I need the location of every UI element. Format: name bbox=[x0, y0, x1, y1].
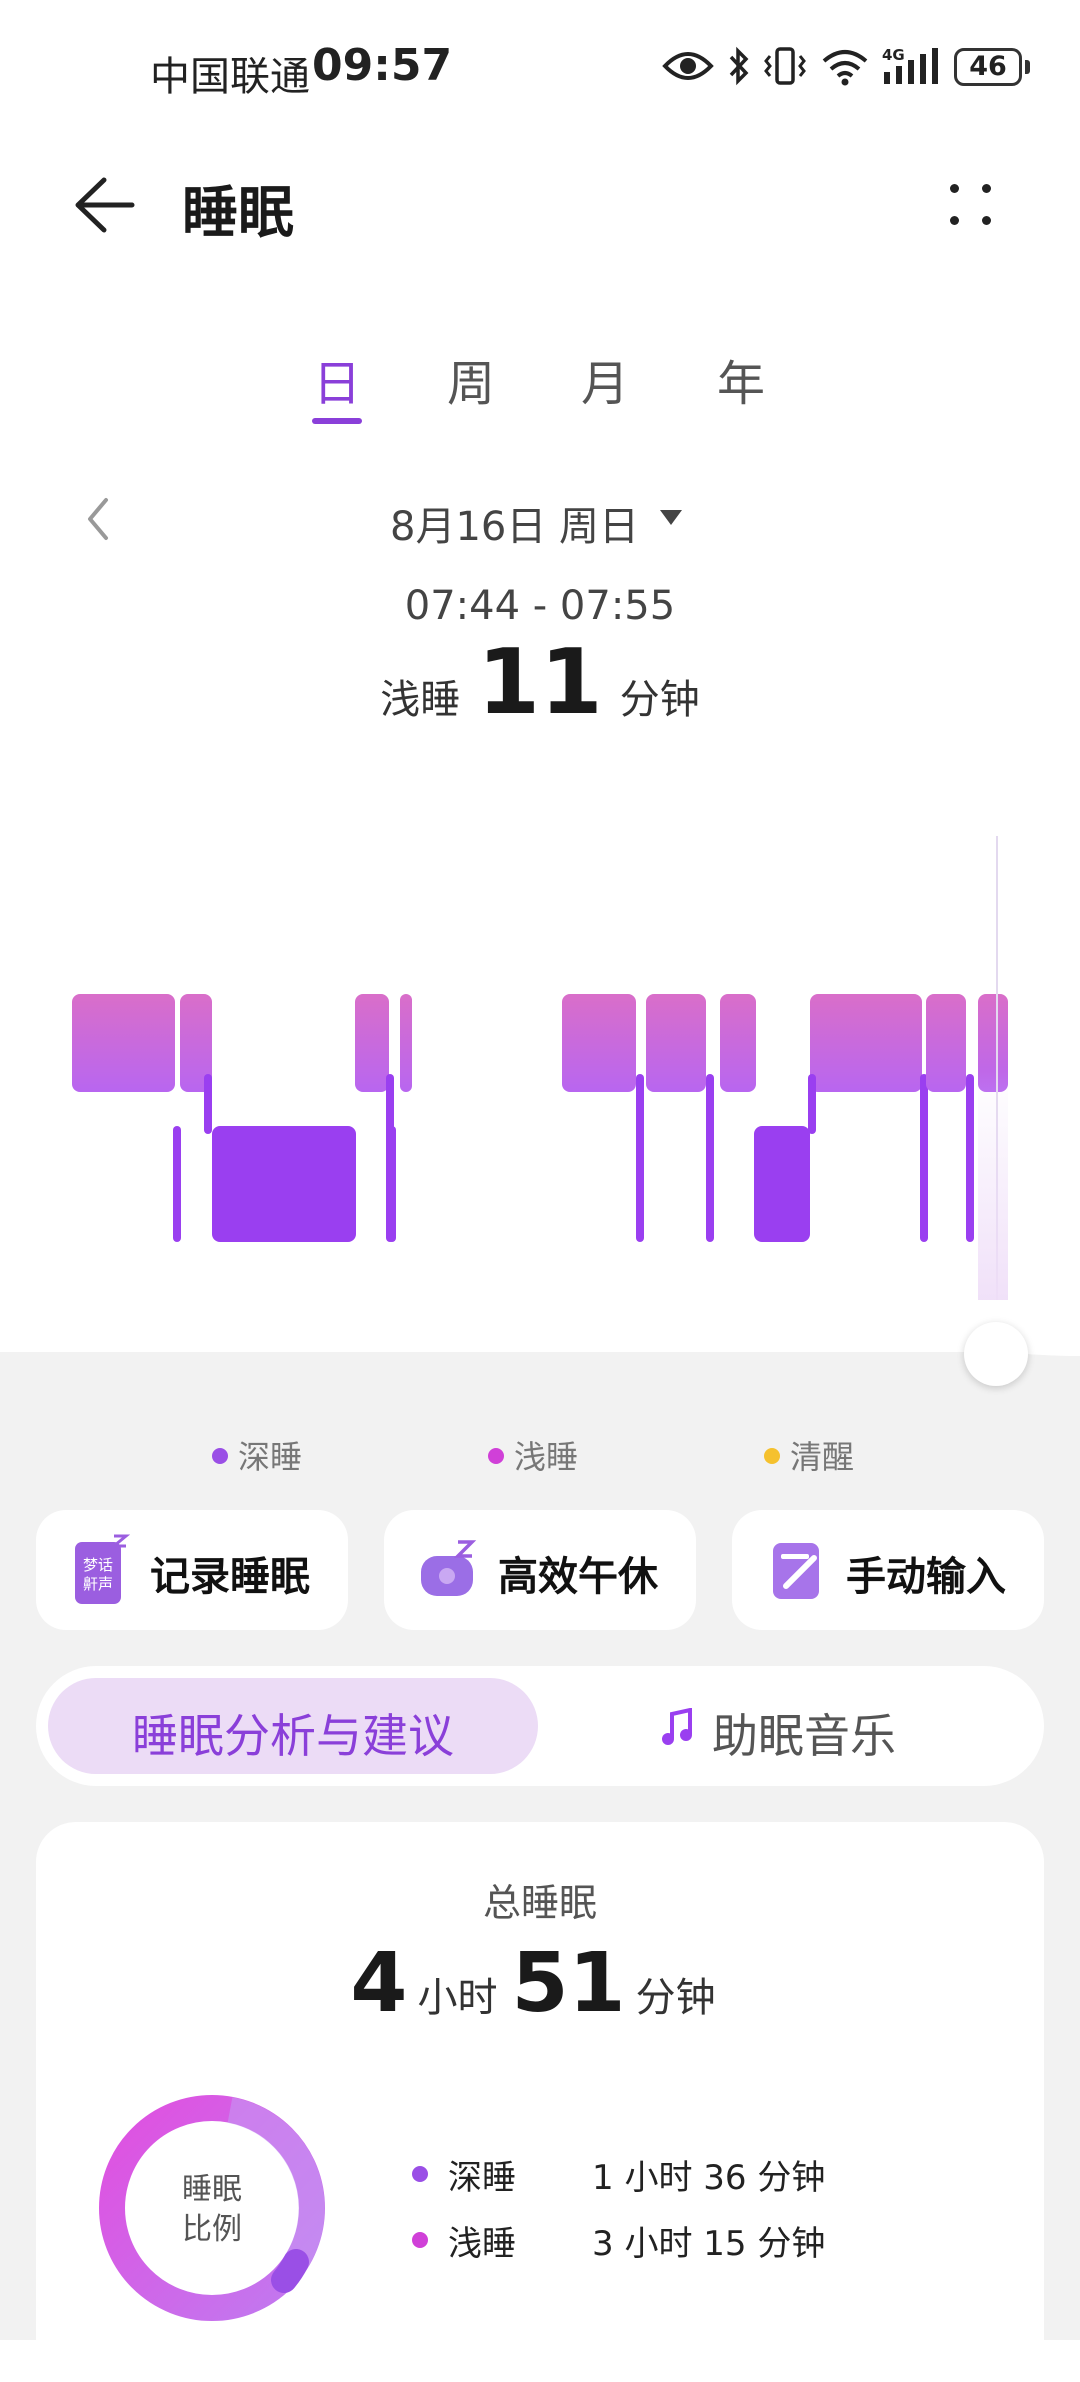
manual-input-icon bbox=[773, 1543, 819, 1599]
wifi-icon bbox=[822, 50, 868, 86]
bluetooth-icon bbox=[729, 46, 749, 86]
light-sleep-bar bbox=[720, 994, 756, 1092]
tab-day[interactable]: 日 bbox=[297, 344, 377, 414]
transition-bar bbox=[173, 1126, 181, 1242]
transition-bar bbox=[920, 1074, 928, 1242]
light-sleep-bar bbox=[72, 994, 175, 1092]
status-time: 09:57 bbox=[312, 40, 453, 91]
sleep-music-tab[interactable]: 助眠音乐 bbox=[712, 1700, 896, 1766]
ring-label-line2: 比例 bbox=[182, 2212, 242, 2247]
sleep-analysis-tab[interactable]: 睡眠分析与建议 bbox=[48, 1700, 538, 1766]
efficient-nap-label: 高效午休 bbox=[498, 1554, 658, 1600]
page-title: 睡眠 bbox=[182, 181, 294, 246]
transition-bar bbox=[388, 1126, 396, 1242]
legend-dot bbox=[764, 1448, 780, 1464]
nap-pillow-icon bbox=[421, 1540, 477, 1596]
svg-text:4G: 4G bbox=[882, 46, 905, 64]
light-sleep-dot bbox=[412, 2232, 428, 2248]
deep-sleep-bar bbox=[754, 1126, 810, 1242]
legend-awake: 清醒 bbox=[764, 1432, 854, 1478]
eye-comfort-icon bbox=[662, 52, 714, 80]
transition-bar bbox=[204, 1074, 212, 1134]
transition-bar bbox=[636, 1074, 644, 1242]
battery-icon: 46 bbox=[954, 48, 1022, 86]
manual-input-button[interactable]: 手动输入 bbox=[732, 1510, 1044, 1630]
transition-bar bbox=[808, 1074, 816, 1134]
tab-month[interactable]: 月 bbox=[565, 344, 645, 414]
total-sleep-value: 4 小时 51 分钟 bbox=[0, 1936, 1080, 2031]
dream-talk-icon: 梦话 鼾声 bbox=[75, 1534, 130, 1604]
record-sleep-label: 记录睡眠 bbox=[150, 1554, 310, 1600]
more-options-icon[interactable] bbox=[940, 176, 1000, 236]
tab-week[interactable]: 周 bbox=[431, 344, 511, 414]
light-sleep-bar bbox=[646, 994, 706, 1092]
tab-active-indicator bbox=[312, 418, 362, 424]
legend-dot bbox=[212, 1448, 228, 1464]
deep-sleep-name: 深睡 bbox=[448, 2158, 516, 2198]
tab-year[interactable]: 年 bbox=[701, 344, 781, 414]
back-arrow-icon[interactable] bbox=[70, 170, 150, 240]
chart-scrub-handle[interactable] bbox=[964, 1322, 1028, 1386]
sleep-stage-chart[interactable] bbox=[0, 820, 1080, 1242]
efficient-nap-button[interactable]: 高效午休 bbox=[384, 1510, 696, 1630]
manual-input-label: 手动输入 bbox=[846, 1554, 1006, 1600]
deep-sleep-dot bbox=[412, 2166, 428, 2182]
battery-tip bbox=[1025, 60, 1030, 74]
hours-unit: 小时 bbox=[417, 1975, 498, 2021]
deep-sleep-bar bbox=[212, 1126, 356, 1242]
ring-center-label: 睡眠 比例 bbox=[98, 2170, 326, 2250]
selected-stage-summary: 浅睡 11 分钟 bbox=[0, 630, 1080, 735]
carrier-name: 中国联通 bbox=[150, 54, 310, 100]
date-dropdown-icon[interactable] bbox=[660, 510, 682, 525]
total-minutes: 51 bbox=[511, 1936, 626, 2031]
icon-text-snore: 鼾声 bbox=[83, 1575, 113, 1593]
light-sleep-name: 浅睡 bbox=[448, 2224, 516, 2264]
ring-label-line1: 睡眠 bbox=[182, 2172, 242, 2207]
light-sleep-bar bbox=[810, 994, 922, 1092]
light-sleep-bar bbox=[400, 994, 412, 1092]
deep-sleep-duration: 1 小时 36 分钟 bbox=[592, 2158, 826, 2198]
light-sleep-duration: 3 小时 15 分钟 bbox=[592, 2224, 826, 2264]
selected-stage-minutes: 11 bbox=[477, 630, 603, 735]
legend-deep-sleep: 深睡 bbox=[212, 1432, 302, 1478]
music-note-icon bbox=[662, 1708, 692, 1745]
selected-stage-unit: 分钟 bbox=[619, 677, 700, 723]
transition-bar bbox=[706, 1074, 714, 1242]
light-sleep-bar bbox=[926, 994, 966, 1092]
vibrate-icon bbox=[764, 47, 806, 85]
icon-text-dream-talk: 梦话 bbox=[83, 1556, 113, 1574]
transition-bar bbox=[966, 1074, 974, 1242]
legend-dot bbox=[488, 1448, 504, 1464]
total-hours: 4 bbox=[350, 1936, 408, 2031]
light-sleep-bar bbox=[355, 994, 389, 1092]
selected-time-range: 07:44 - 07:55 bbox=[404, 583, 676, 629]
selected-stage-name: 浅睡 bbox=[380, 677, 461, 723]
signal-4g-icon: 4G bbox=[882, 46, 938, 84]
minutes-unit: 分钟 bbox=[635, 1975, 716, 2021]
total-sleep-title: 总睡眠 bbox=[482, 1881, 597, 1925]
status-bar: 中国联通 09:57 4G 46 bbox=[0, 0, 1080, 130]
previous-day-chevron-icon[interactable] bbox=[80, 494, 120, 544]
legend-light-sleep: 浅睡 bbox=[488, 1432, 578, 1478]
record-sleep-button[interactable]: 梦话 鼾声 记录睡眠 bbox=[36, 1510, 348, 1630]
light-sleep-bar bbox=[562, 994, 636, 1092]
chart-cursor-highlight bbox=[978, 1070, 1008, 1320]
date-label[interactable]: 8月16日 周日 bbox=[390, 494, 639, 552]
